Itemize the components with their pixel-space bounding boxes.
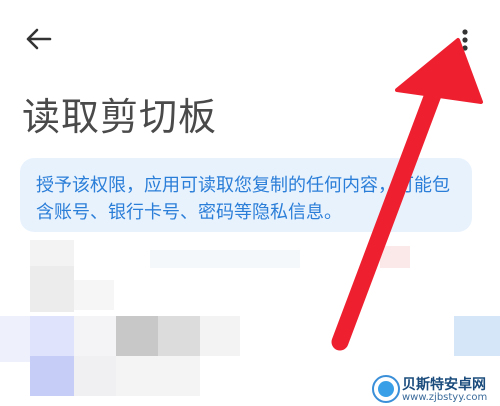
top-bar [0, 0, 500, 80]
blur-tile [454, 316, 500, 356]
page-title: 读取剪切板 [22, 95, 218, 139]
blur-tile [116, 316, 158, 356]
more-options-button[interactable] [454, 20, 476, 60]
blur-tile [150, 250, 300, 268]
blur-tile [30, 316, 74, 356]
blur-tile [0, 316, 30, 362]
blur-tile [200, 316, 240, 356]
blur-tile [74, 356, 116, 396]
blur-tile [74, 280, 114, 310]
permission-notice-text: 授予该权限，应用可读取您复制的任何内容，可能包含账号、银行卡号、密码等隐私信息。 [36, 175, 450, 223]
watermark-name: 贝斯特安卓网 [402, 377, 486, 393]
blur-tile [30, 240, 74, 266]
more-vertical-icon [462, 29, 468, 51]
blur-tile [380, 246, 410, 268]
permission-notice: 授予该权限，应用可读取您复制的任何内容，可能包含账号、银行卡号、密码等隐私信息。 [20, 158, 472, 232]
blur-tile [74, 316, 116, 356]
blur-tile [30, 266, 74, 312]
watermark-logo-icon [372, 375, 400, 403]
blur-tile [116, 356, 200, 396]
blur-tile [158, 316, 200, 356]
blur-tile [30, 356, 74, 396]
arrow-left-icon [26, 28, 52, 50]
back-button[interactable] [22, 22, 56, 56]
site-watermark: 贝斯特安卓网 www.zjbstyy.com [366, 372, 500, 406]
watermark-url: www.zjbstyy.com [402, 392, 488, 403]
